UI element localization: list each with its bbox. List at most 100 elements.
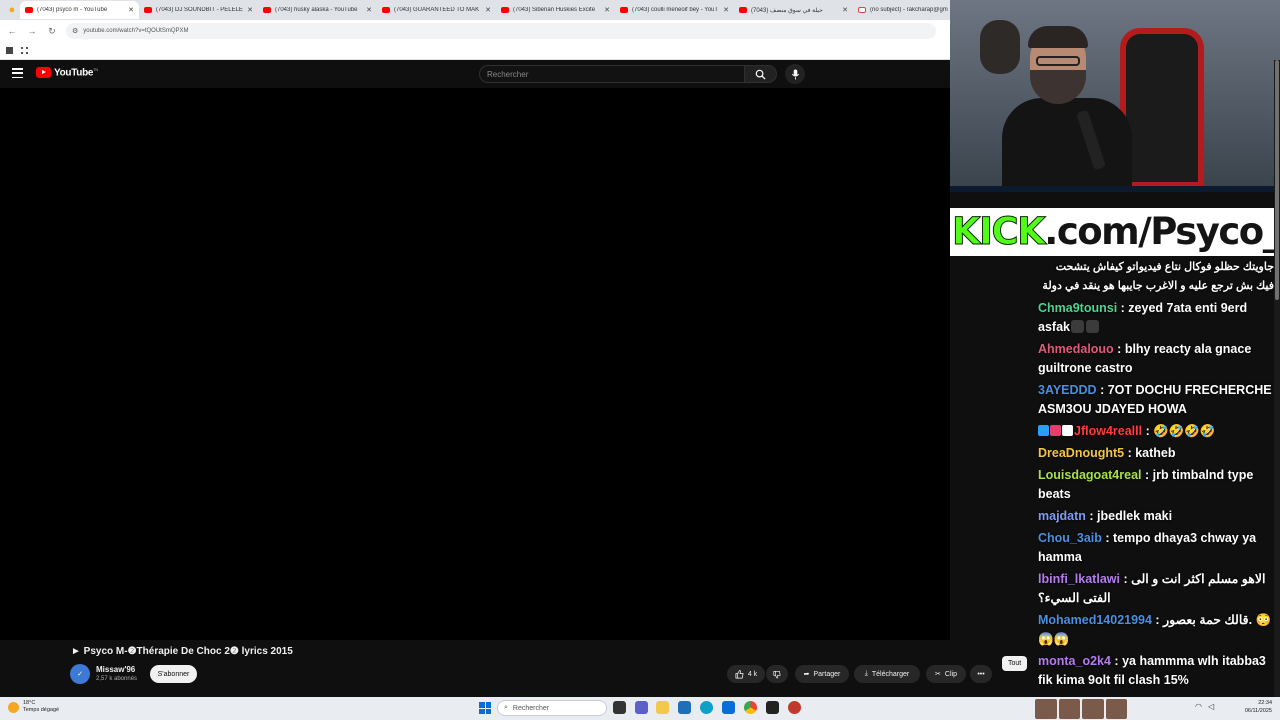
capcut-icon[interactable] bbox=[766, 701, 779, 714]
browser-tab[interactable]: (7043) GUARANTEED TO MAK ✕ bbox=[377, 1, 496, 19]
chat-username[interactable]: DreaDnought5 bbox=[1038, 446, 1124, 460]
bookmark-icon[interactable] bbox=[6, 47, 13, 54]
scrollbar-thumb[interactable] bbox=[1275, 60, 1279, 300]
task-view-icon[interactable] bbox=[613, 701, 626, 714]
browser-tab[interactable]: (7043) husky alaska - YouTube ✕ bbox=[258, 1, 377, 19]
edge-icon[interactable] bbox=[700, 701, 713, 714]
filter-chip-all[interactable]: Tout bbox=[1002, 656, 1028, 671]
clock-date: 06/11/2025 bbox=[1244, 708, 1272, 714]
more-actions-button[interactable]: ••• bbox=[970, 665, 992, 683]
address-text: youtube.com/watch?v=tQOUtSmQPXM bbox=[83, 28, 189, 34]
youtube-icon bbox=[382, 7, 390, 13]
channel-avatar[interactable]: ✓ bbox=[70, 664, 90, 684]
browser-tab-label: (7043) psyco m - YouTube bbox=[37, 7, 108, 13]
browser-tab-label: (7043) husky alaska - YouTube bbox=[275, 7, 358, 13]
thumbs-up-icon bbox=[735, 669, 744, 678]
store-icon[interactable] bbox=[678, 701, 691, 714]
browser-tab-overview-icon[interactable]: ● bbox=[4, 2, 20, 18]
video-player[interactable] bbox=[0, 88, 950, 640]
close-tab-icon[interactable]: ✕ bbox=[485, 6, 491, 14]
taskbar-search[interactable]: ⌕ Rechercher bbox=[497, 700, 607, 716]
system-tray: ◠ ◁ bbox=[1195, 702, 1214, 711]
file-explorer-icon[interactable] bbox=[656, 701, 669, 714]
chat-separator: : bbox=[1151, 613, 1164, 627]
chat-username[interactable]: Ahmedalouo bbox=[1038, 342, 1114, 356]
chat-username[interactable]: Mohamed14021994 bbox=[1038, 613, 1152, 627]
taskbar-clock[interactable]: 22:34 06/11/2025 bbox=[1236, 699, 1272, 715]
chat-separator: : bbox=[1119, 572, 1132, 586]
back-icon[interactable]: ← bbox=[6, 25, 18, 37]
chat-username[interactable]: Jflow4realll bbox=[1074, 424, 1142, 438]
chat-separator: : bbox=[1124, 446, 1136, 460]
subscribe-button[interactable]: S'abonner bbox=[150, 665, 197, 683]
browser-tab[interactable]: (7043) Siberian Huskies Excite ✕ bbox=[496, 1, 615, 19]
thumbs-down-icon bbox=[773, 670, 781, 678]
more-dots-icon: ••• bbox=[977, 670, 985, 678]
wifi-icon[interactable]: ◠ bbox=[1195, 702, 1202, 711]
reload-icon[interactable]: ↻ bbox=[46, 25, 58, 37]
teams-icon[interactable] bbox=[635, 701, 648, 714]
close-tab-icon[interactable]: ✕ bbox=[723, 6, 729, 14]
taskbar-window-thumbnails[interactable] bbox=[1035, 699, 1127, 719]
address-bar[interactable]: ⚙ youtube.com/watch?v=tQOUtSmQPXM bbox=[66, 23, 936, 39]
youtube-wordmark: YouTubeTN bbox=[54, 67, 98, 79]
clip-label: Clip bbox=[944, 670, 957, 678]
browser-tab[interactable]: (7043) حيلة في سوق منصف ✕ bbox=[734, 1, 853, 19]
chat-username[interactable]: Louisdagoat4real bbox=[1038, 468, 1142, 482]
browser-tab[interactable]: (7043) coulli meneoif bey - YouT ✕ bbox=[615, 1, 734, 19]
browser-tab-label: (7043) GUARANTEED TO MAK bbox=[394, 7, 480, 13]
youtube-icon bbox=[263, 7, 271, 13]
close-tab-icon[interactable]: ✕ bbox=[366, 6, 372, 14]
download-label: Télécharger bbox=[871, 670, 910, 678]
download-icon: ⤓ bbox=[864, 670, 868, 677]
chat-text: jbedlek maki bbox=[1097, 509, 1173, 523]
gaming-chair-image bbox=[1120, 28, 1204, 188]
hamburger-menu-icon[interactable] bbox=[12, 68, 23, 78]
share-button[interactable]: ➦ Partager bbox=[795, 665, 849, 683]
clip-button[interactable]: ✂ Clip bbox=[926, 665, 966, 683]
close-tab-icon[interactable]: ✕ bbox=[247, 6, 253, 14]
close-tab-icon[interactable]: ✕ bbox=[128, 6, 134, 14]
close-tab-icon[interactable]: ✕ bbox=[842, 6, 848, 14]
apps-grid-icon[interactable] bbox=[21, 47, 28, 54]
voice-search-button[interactable] bbox=[785, 64, 805, 84]
channel-name[interactable]: Missaw'96 bbox=[96, 665, 135, 674]
chat-message: Chma9tounsi : zeyed 7ata enti 9erd asfak bbox=[1038, 299, 1274, 337]
chat-separator: : bbox=[1096, 383, 1108, 397]
browser-tab-label: (7043) Siberian Huskies Excite bbox=[513, 7, 596, 13]
chat-text: katheb bbox=[1135, 446, 1176, 460]
video-title: ► Psyco M-❷Thérapie De Choc 2❷ lyrics 20… bbox=[71, 646, 293, 657]
search-button[interactable] bbox=[745, 65, 777, 83]
streamer-image bbox=[1002, 26, 1132, 192]
forward-icon[interactable]: → bbox=[26, 25, 38, 37]
browser-tab[interactable]: (7043) psyco m - YouTube ✕ bbox=[20, 1, 139, 19]
chat-message: majdatn : jbedlek maki bbox=[1038, 507, 1274, 526]
close-tab-icon[interactable]: ✕ bbox=[604, 6, 610, 14]
app-icon[interactable] bbox=[788, 701, 801, 714]
chat-username[interactable]: 3AYEDDD bbox=[1038, 383, 1097, 397]
windows-start-icon[interactable] bbox=[479, 702, 491, 714]
weather-widget[interactable]: 18°C Temps dégagé bbox=[8, 700, 59, 714]
site-info-icon[interactable]: ⚙ bbox=[72, 27, 78, 35]
chat-message: 3AYEDDD : 7OT DOCHU FRECHERCHE ASM3OU JD… bbox=[1038, 381, 1274, 419]
chat-username[interactable]: monta_o2k4 bbox=[1038, 654, 1111, 668]
browser-tab-label: (7043) coulli meneoif bey - YouT bbox=[632, 7, 719, 13]
youtube-icon bbox=[144, 7, 152, 13]
scissors-icon: ✂ bbox=[935, 671, 941, 678]
chat-username[interactable]: Chou_3aib bbox=[1038, 531, 1102, 545]
youtube-logo[interactable]: YouTubeTN bbox=[36, 67, 98, 78]
like-button[interactable]: 4 k bbox=[727, 665, 765, 683]
chat-username[interactable]: lbinfi_lkatlawi bbox=[1038, 572, 1120, 586]
chrome-icon[interactable] bbox=[744, 701, 757, 714]
volume-icon[interactable]: ◁ bbox=[1208, 702, 1214, 711]
youtube-search-input[interactable]: Rechercher bbox=[479, 65, 745, 83]
download-button[interactable]: ⤓ Télécharger bbox=[854, 665, 920, 683]
chat-message: DreaDnought5 : katheb bbox=[1038, 444, 1274, 463]
chat-username[interactable]: majdatn bbox=[1038, 509, 1086, 523]
stream-chat: جاويتك حظلو فوكال نتاع فيديواتو كيفاش يت… bbox=[1038, 258, 1274, 698]
dislike-button[interactable] bbox=[766, 665, 788, 683]
outlook-icon[interactable] bbox=[722, 701, 735, 714]
chat-separator: : bbox=[1101, 531, 1114, 545]
browser-tab[interactable]: (7043) DJ SOUNDBIT - PELELE ✕ bbox=[139, 1, 258, 19]
chat-username[interactable]: Chma9tounsi bbox=[1038, 301, 1117, 315]
